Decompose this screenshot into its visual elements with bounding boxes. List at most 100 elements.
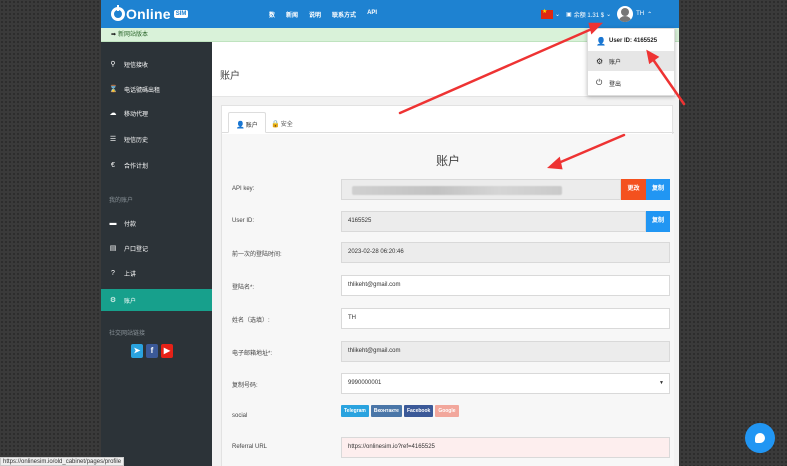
email-field[interactable]: thlikeht@gmail.com [341,341,670,362]
tab-label: 账户 [245,123,258,129]
user-id-field[interactable]: 4165525 [341,211,646,232]
dropdown-account-label: 账户 [609,59,622,66]
copy-number-value: 9990000001 [348,380,382,386]
social-label: social [232,413,248,419]
lock-icon: 🔒 [271,121,280,128]
power-icon: ⏻ [596,78,603,87]
page-title: 账户 [220,71,240,82]
sidebar-item-mobile-proxy[interactable]: ☁ 移动代理 [101,102,212,124]
dropdown-logout[interactable]: ⏻ 登出 [588,73,674,93]
sidebar-item-sms-history[interactable]: ☰ 短信历史 [101,128,212,150]
youtube-icon[interactable]: ▶ [161,344,173,358]
nav-help[interactable]: 说明 [309,10,321,19]
social-links: ➤ f ▶ [131,344,173,358]
dropdown-logout-label: 登出 [609,81,622,88]
sidebar-item-label: 短信接收 [124,62,149,69]
nav-api[interactable]: API [367,10,377,19]
facebook-icon[interactable]: f [146,344,158,358]
chevron-up-icon: ⌃ [647,11,653,18]
name-label: 姓名（选填）: [232,318,270,324]
email-label: 电子邮箱地址*: [232,351,273,357]
last-login-field: 2023-02-28 06:20:46 [341,242,670,263]
login-input[interactable]: thlikeht@gmail.com [341,275,670,296]
top-navbar: Online SIM 数 新闻 说明 联系方式 API ⌄ ▣ 余额 1.31 … [101,0,679,28]
user-dropdown-menu: 👤 User ID: 4165525 ⚙ 账户 ⏻ 登出 [587,28,675,96]
nav-prices[interactable]: 数 [269,10,275,19]
caret-down-icon: ▼ [659,380,664,386]
api-key-redacted [352,186,562,195]
euro-icon: € [111,161,115,169]
sidebar-item-receive-sms[interactable]: ⚲ 短信接收 [101,53,212,75]
top-nav: 数 新闻 说明 联系方式 API [269,10,377,19]
dropdown-account[interactable]: ⚙ 账户 [588,51,674,71]
question-icon: ? [111,269,115,277]
receive-sms-icon: ⚲ [110,61,116,68]
wallet-icon: ▣ [566,11,572,18]
account-form: 账户 API key: 更改 复制 User ID: 4165525 复制 前一… [222,134,674,466]
power-logo-icon [111,5,125,21]
user-icon: 👤 [596,36,606,46]
sidebar: ⚲ 短信接收 ⌛ 电话號碼出租 ☁ 移动代理 ☰ 短信历史 € 合作计划 我的账户 ▬ 付款… [101,42,212,466]
sidebar-section-account: 我的账户 [109,198,134,204]
arrow-right-icon: ➡ [111,32,117,38]
sidebar-item-label: 上讲 [124,271,137,278]
sidebar-item-label: 电话號碼出租 [124,87,161,94]
copy-user-id-button[interactable]: 复制 [646,211,670,232]
china-flag-icon [541,8,553,19]
nav-news[interactable]: 新闻 [286,10,298,19]
sidebar-item-help[interactable]: ? 上讲 [101,262,212,284]
user-id-label: User ID: [232,218,255,224]
sidebar-item-account[interactable]: ⚙ 账户 [101,289,212,311]
tabs: 👤账户 🔒安全 [222,106,674,133]
balance-text: 余额 1.31 $ [573,12,605,19]
social-login-buttons: Telegram Вконтакте Facebook Google [341,405,459,417]
logo-badge: SIM [173,10,189,18]
sidebar-item-label: 户口登记 [124,246,149,253]
login-label: 登陆名*: [232,285,255,291]
avatar [617,6,634,22]
user-menu-toggle[interactable]: TH ⌃ [617,6,652,22]
name-input[interactable]: TH [341,308,670,329]
sidebar-item-payment[interactable]: ▬ 付款 [101,212,212,234]
username: TH [636,11,645,17]
sidebar-item-label: 账户 [124,298,137,305]
file-icon: ▤ [109,245,117,252]
copy-number-label: 复制号码: [232,383,258,389]
form-title: 账户 [435,154,460,168]
tab-account[interactable]: 👤账户 [228,112,266,133]
gear-icon: ⚙ [596,56,604,66]
payment-icon: ▬ [109,219,117,227]
chevron-down-icon: ⌄ [606,11,612,18]
cloud-icon: ☁ [109,110,117,117]
sidebar-item-registration[interactable]: ▤ 户口登记 [101,237,212,259]
list-icon: ☰ [109,136,117,143]
tab-security[interactable]: 🔒安全 [264,112,300,133]
new-version-text: 新网站版本 [118,32,149,38]
vkontakte-button[interactable]: Вконтакте [370,405,402,417]
telegram-button[interactable]: Telegram [341,405,369,417]
referral-url-field[interactable]: https://onlinesim.io?ref=4165525 [341,437,670,458]
telegram-icon[interactable]: ➤ [131,344,143,358]
copy-number-select[interactable]: 9990000001 ▼ [341,373,670,394]
api-key-field[interactable] [341,179,621,200]
facebook-button[interactable]: Facebook [403,405,434,417]
google-button[interactable]: Google [435,405,459,417]
change-api-key-button[interactable]: 更改 [621,179,646,200]
sidebar-item-label: 移动代理 [124,111,149,118]
nav-contacts[interactable]: 联系方式 [332,10,356,19]
referral-label: Referral URL [232,444,268,450]
gear-icon: ⚙ [109,297,117,304]
account-card: 👤账户 🔒安全 账户 API key: 更改 复制 User ID: 41655… [221,105,674,466]
chevron-down-icon: ⌄ [555,11,561,18]
copy-api-key-button[interactable]: 复制 [646,179,670,200]
sidebar-item-label: 短信历史 [124,137,149,144]
sidebar-item-label: 付款 [124,221,137,228]
sidebar-item-rent-number[interactable]: ⌛ 电话號碼出租 [101,78,212,100]
dropdown-user-id: 👤 User ID: 4165525 [588,31,674,51]
balance-dropdown[interactable]: ▣ 余额 1.31 $ ⌄ [566,10,611,19]
logo[interactable]: Online SIM [111,5,189,23]
chat-widget-icon[interactable] [745,423,775,453]
sidebar-item-partner[interactable]: € 合作计划 [101,154,212,176]
language-selector[interactable]: ⌄ [541,8,561,19]
status-bar-url: https://onlinesim.io/old_cabinet/pages/p… [0,457,125,466]
